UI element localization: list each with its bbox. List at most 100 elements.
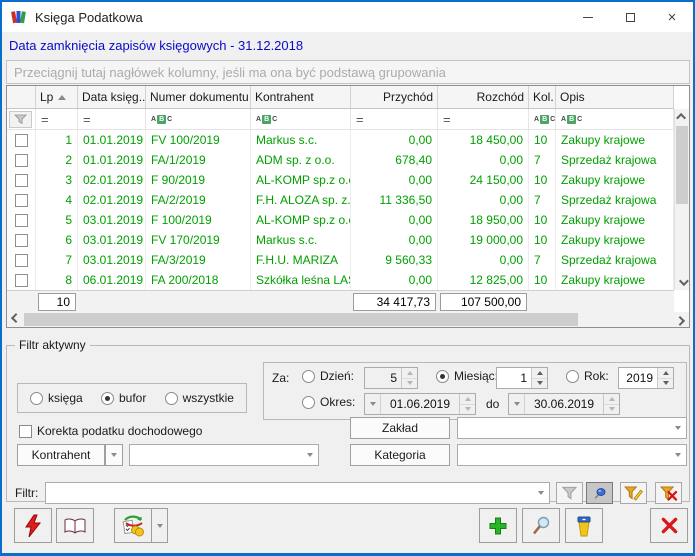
quick-post-button[interactable] [14, 508, 52, 543]
filter-cell-2[interactable]: ABC [146, 109, 251, 129]
scroll-right-icon[interactable] [674, 312, 689, 327]
cell-kontrahent: F.H.U. MARIZA [251, 250, 351, 270]
table-row[interactable]: 806.01.2019FA 200/2018Szkółka leśna LAS0… [7, 270, 674, 290]
zaklad-button[interactable]: Zakład [350, 417, 450, 439]
open-book-button[interactable] [56, 508, 94, 543]
filter-cell-3[interactable]: ABC [251, 109, 351, 129]
table-row[interactable]: 703.01.2019FA/3/2019F.H.U. MARIZA9 560,3… [7, 250, 674, 270]
okres-do-label: do [486, 397, 499, 411]
cell-rozchod: 19 000,00 [438, 230, 529, 250]
radio-ksiega[interactable]: księga [30, 391, 83, 405]
cell-przychod: 0,00 [351, 170, 438, 190]
calendar-dropdown-icon[interactable] [365, 394, 381, 414]
radio-okres[interactable]: Okres: [302, 395, 355, 409]
add-record-button[interactable] [479, 508, 517, 543]
view-record-button[interactable] [522, 508, 560, 543]
table-row[interactable]: 201.01.2019FA/1/2019ADM sp. z o.o.678,40… [7, 150, 674, 170]
row-checkbox-cell [7, 170, 36, 190]
column-header-7[interactable]: Opis [556, 86, 674, 108]
delete-record-button[interactable] [565, 508, 603, 543]
kategoria-button[interactable]: Kategoria [350, 444, 450, 466]
row-checkbox[interactable] [15, 214, 28, 227]
table-row[interactable]: 503.01.2019F 100/2019AL-KOMP sp.z o.o.0,… [7, 210, 674, 230]
rok-spinner[interactable]: 2019 [618, 367, 674, 389]
close-window-button[interactable] [650, 508, 688, 543]
kategoria-combo[interactable] [457, 444, 687, 466]
filter-cell-6[interactable]: ABC [529, 109, 556, 129]
kontrahent-combo[interactable] [129, 444, 319, 466]
cell-opis: Sprzedaż krajowa [556, 190, 674, 210]
group-by-hint[interactable]: Przeciągnij tutaj nagłówek kolumny, jeśl… [6, 60, 690, 84]
vscroll-thumb[interactable] [676, 126, 688, 204]
filter-cell-0[interactable]: = [36, 109, 78, 129]
scroll-left-icon[interactable] [7, 312, 22, 327]
row-checkbox[interactable] [15, 234, 28, 247]
column-header-5[interactable]: Rozchód [438, 86, 529, 108]
table-row[interactable]: 101.01.2019FV 100/2019Markus s.c.0,0018 … [7, 130, 674, 150]
filtr-combo[interactable] [45, 482, 550, 504]
row-checkbox-cell [7, 210, 36, 230]
horizontal-scrollbar[interactable] [7, 312, 689, 327]
apply-filter-button[interactable] [556, 482, 583, 504]
radio-dzien[interactable]: Dzień: [302, 369, 354, 383]
column-header-6[interactable]: Kol. [529, 86, 556, 108]
rok-spin-buttons[interactable] [657, 368, 673, 388]
filter-cell-5[interactable]: = [438, 109, 529, 129]
table-row[interactable]: 402.01.2019FA/2/2019F.H. ALOZA sp. z...1… [7, 190, 674, 210]
radio-bufor[interactable]: bufor [101, 391, 146, 405]
vertical-scrollbar[interactable] [674, 109, 689, 290]
okres-to-date[interactable]: 30.06.2019 [508, 393, 620, 415]
dzien-spin-buttons[interactable] [401, 368, 417, 388]
table-row[interactable]: 603.01.2019FV 170/2019Markus s.c.0,0019 … [7, 230, 674, 250]
korekta-checkbox[interactable]: Korekta podatku dochodowego [19, 424, 202, 438]
chevron-down-icon[interactable] [302, 453, 318, 457]
filter-funnel-button[interactable] [9, 111, 32, 128]
chevron-down-icon[interactable] [670, 426, 686, 430]
row-checkbox[interactable] [15, 174, 28, 187]
cell-kontrahent: Szkółka leśna LAS [251, 270, 351, 290]
dzien-spinner[interactable]: 5 [364, 367, 418, 389]
column-header-0[interactable]: Lp [36, 86, 78, 108]
column-header-1[interactable]: Data księg... [78, 86, 146, 108]
radio-wszystkie[interactable]: wszystkie [165, 391, 234, 405]
close-button[interactable]: × [651, 2, 693, 32]
clear-filter-button[interactable] [655, 482, 682, 504]
filter-cell-4[interactable]: = [351, 109, 438, 129]
minimize-button[interactable] [567, 2, 609, 32]
column-header-3[interactable]: Kontrahent [251, 86, 351, 108]
filter-cell-7[interactable]: ABC [556, 109, 674, 129]
okres-from-date[interactable]: 01.06.2019 [364, 393, 476, 415]
funnel-edit-icon [624, 486, 643, 501]
kontrahent-button[interactable]: Kontrahent [17, 444, 105, 466]
row-checkbox[interactable] [15, 134, 28, 147]
cell-kol: 10 [529, 210, 556, 230]
renumber-dropdown-button[interactable] [152, 508, 168, 543]
radio-rok[interactable]: Rok: [566, 369, 609, 383]
table-row[interactable]: 302.01.2019F 90/2019AL-KOMP sp.z o.o.0,0… [7, 170, 674, 190]
maximize-button[interactable] [609, 2, 651, 32]
chevron-down-icon[interactable] [533, 491, 549, 495]
edit-filter-button[interactable] [620, 482, 647, 504]
cell-przychod: 9 560,33 [351, 250, 438, 270]
pin-filter-button[interactable] [586, 482, 613, 504]
kontrahent-dropdown-button[interactable] [105, 444, 123, 466]
renumber-button[interactable] [114, 508, 152, 543]
scroll-down-icon[interactable] [675, 275, 689, 290]
row-checkbox[interactable] [15, 274, 28, 287]
row-checkbox[interactable] [15, 194, 28, 207]
row-checkbox[interactable] [15, 154, 28, 167]
scroll-up-icon[interactable] [675, 109, 689, 124]
funnel-icon [561, 486, 578, 500]
column-header-2[interactable]: Numer dokumentu [146, 86, 251, 108]
calendar-dropdown-icon[interactable] [509, 394, 525, 414]
miesiac-spinner[interactable]: 1 [496, 367, 548, 389]
column-header-4[interactable]: Przychód [351, 86, 438, 108]
radio-miesiac[interactable]: Miesiąc: [436, 369, 498, 383]
chevron-down-icon[interactable] [670, 453, 686, 457]
miesiac-spin-buttons[interactable] [531, 368, 547, 388]
row-checkbox[interactable] [15, 254, 28, 267]
zaklad-combo[interactable] [457, 417, 687, 439]
trash-icon [574, 514, 594, 537]
filter-cell-1[interactable]: = [78, 109, 146, 129]
hscroll-thumb[interactable] [24, 313, 578, 326]
